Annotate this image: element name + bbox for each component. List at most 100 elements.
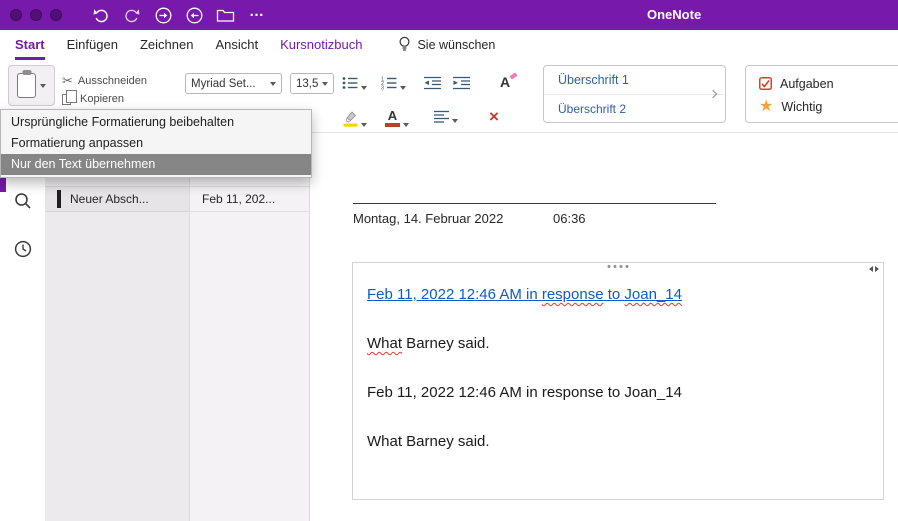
chevron-down-icon (400, 86, 406, 90)
indent-icon (453, 76, 470, 90)
note-text-part: Barney said. (402, 335, 490, 352)
align-left-icon (434, 110, 449, 123)
delete-x-icon: × (489, 107, 499, 126)
note-text: Feb 11, 2022 12:46 AM in response to Joa… (367, 285, 871, 481)
highlighter-icon (343, 111, 358, 127)
section-item[interactable]: Neuer Absch... (45, 186, 189, 212)
tag-wichtig-label: Wichtig (781, 99, 823, 114)
page-canvas[interactable]: Montag, 14. Februar 2022 06:36 Feb 11, 2… (310, 133, 898, 521)
chevron-down-icon (452, 119, 458, 123)
note-paragraph: What Barney said. (367, 433, 490, 450)
clear-formatting-icon: A (500, 72, 518, 90)
paste-button[interactable] (8, 65, 55, 106)
font-name-select[interactable]: Myriad Set... (185, 73, 282, 94)
redo-icon[interactable] (123, 5, 141, 25)
style-heading-2-label: Überschrift 2 (558, 101, 627, 116)
style-heading-1[interactable]: Überschrift 1 (544, 66, 725, 94)
tell-me-button[interactable]: Sie wünschen (398, 30, 495, 60)
move-handle-icon[interactable] (607, 265, 629, 268)
bullet-list-icon (342, 77, 358, 89)
star-icon: ★ (759, 97, 774, 115)
page-time: 06:36 (553, 211, 586, 226)
search-button[interactable] (13, 191, 33, 211)
tab-zeichnen[interactable]: Zeichnen (140, 30, 193, 60)
menu-item-keep-formatting[interactable]: Ursprüngliche Formatierung beibehalten (1, 112, 311, 133)
chevron-down-icon (270, 81, 276, 86)
search-icon (15, 193, 31, 209)
todo-checkbox-icon (759, 77, 772, 90)
folder-icon[interactable] (216, 5, 235, 25)
styles-gallery: Überschrift 1 Überschrift 2 (543, 65, 726, 123)
note-text-part-misspelled: What (367, 335, 403, 352)
page-item[interactable]: Feb 11, 202... (190, 186, 309, 212)
back-icon[interactable] (185, 5, 203, 25)
tag-wichtig[interactable]: ★ Wichtig (759, 95, 898, 118)
menu-item-text-only[interactable]: Nur den Text übernehmen (1, 154, 311, 175)
recent-notes-button[interactable] (13, 239, 33, 259)
outdent-icon (424, 76, 441, 90)
tags-gallery: Aufgaben ★ Wichtig (745, 65, 898, 123)
titlebar: … OneNote (0, 0, 898, 30)
close-button[interactable] (10, 9, 22, 21)
font-color-icon: A (385, 109, 400, 127)
tab-kursnotizbuch[interactable]: Kursnotizbuch (280, 30, 362, 60)
note-hyperlink[interactable]: Feb 11, 2022 12:46 AM in response to Joa… (367, 286, 682, 303)
tab-ansicht[interactable]: Ansicht (215, 30, 258, 60)
svg-text:3: 3 (381, 86, 384, 91)
nav-rail (0, 133, 45, 521)
section-label: Neuer Absch... (70, 192, 149, 206)
copy-button[interactable]: Kopieren (62, 90, 124, 105)
numbered-list-icon: 123 (381, 77, 397, 91)
clear-formatting-button[interactable]: A (500, 72, 518, 92)
cut-label: Ausschneiden (77, 75, 148, 87)
onenote-window: … OneNote Start Einfügen Zeichnen Ansich… (0, 0, 898, 521)
lightbulb-icon (398, 36, 411, 55)
sync-icon[interactable] (154, 5, 172, 25)
minimize-button[interactable] (30, 9, 42, 21)
font-color-button[interactable]: A (385, 109, 409, 127)
link-text-part-misspelled: response (541, 286, 604, 303)
tab-start[interactable]: Start (15, 30, 45, 60)
bullet-list-button[interactable] (342, 76, 367, 90)
note-paragraph: Feb 11, 2022 12:46 AM in response to Joa… (367, 285, 871, 304)
link-text-part-misspelled: Joan_14 (624, 286, 682, 303)
chevron-down-icon (361, 123, 367, 127)
numbered-list-button[interactable]: 123 (381, 76, 406, 90)
link-text-part: to (603, 286, 625, 303)
style-heading-1-label: Überschrift 1 (558, 73, 629, 87)
zoom-button[interactable] (50, 9, 62, 21)
clock-icon (14, 240, 32, 258)
indent-button[interactable] (453, 76, 470, 90)
tag-aufgaben-label: Aufgaben (780, 76, 834, 91)
more-icon[interactable]: … (248, 3, 266, 25)
outdent-button[interactable] (424, 76, 441, 90)
delete-button[interactable]: × (489, 107, 499, 127)
titlebar-toolbar: … (92, 3, 266, 25)
note-container[interactable]: Feb 11, 2022 12:46 AM in response to Joa… (352, 262, 884, 500)
style-heading-2[interactable]: Überschrift 2 (544, 94, 725, 122)
title-divider-rule (353, 203, 716, 204)
font-size-value: 13,5 (296, 77, 319, 90)
undo-icon[interactable] (92, 5, 110, 25)
paragraph-align-button[interactable] (434, 110, 458, 123)
sections-panel: Neuer Absch... (45, 133, 190, 521)
page-date: Montag, 14. Februar 2022 (353, 211, 504, 226)
note-paragraph: Feb 11, 2022 12:46 AM in response to Joa… (367, 384, 682, 401)
highlighter-button[interactable] (343, 110, 367, 127)
tab-einfuegen[interactable]: Einfügen (67, 30, 118, 60)
chevron-down-icon (40, 83, 46, 88)
chevron-down-icon (361, 86, 367, 90)
clipboard-icon (17, 73, 36, 98)
pages-panel: Feb 11, 202... (190, 133, 310, 521)
menu-item-match-formatting[interactable]: Formatierung anpassen (1, 133, 311, 154)
cut-button[interactable]: ✂ Ausschneiden (62, 73, 147, 89)
paste-options-menu: Ursprüngliche Formatierung beibehalten F… (0, 109, 312, 178)
link-text-part: Feb 11, 2022 12:46 AM in (367, 286, 542, 303)
tell-me-label: Sie wünschen (417, 38, 496, 52)
font-size-select[interactable]: 13,5 (290, 73, 334, 94)
resize-handle-icon[interactable] (869, 266, 879, 272)
app-title: OneNote (647, 7, 702, 22)
tag-aufgaben[interactable]: Aufgaben (759, 72, 898, 95)
note-paragraph: What Barney said. (367, 334, 871, 353)
chevron-down-icon (322, 81, 328, 86)
